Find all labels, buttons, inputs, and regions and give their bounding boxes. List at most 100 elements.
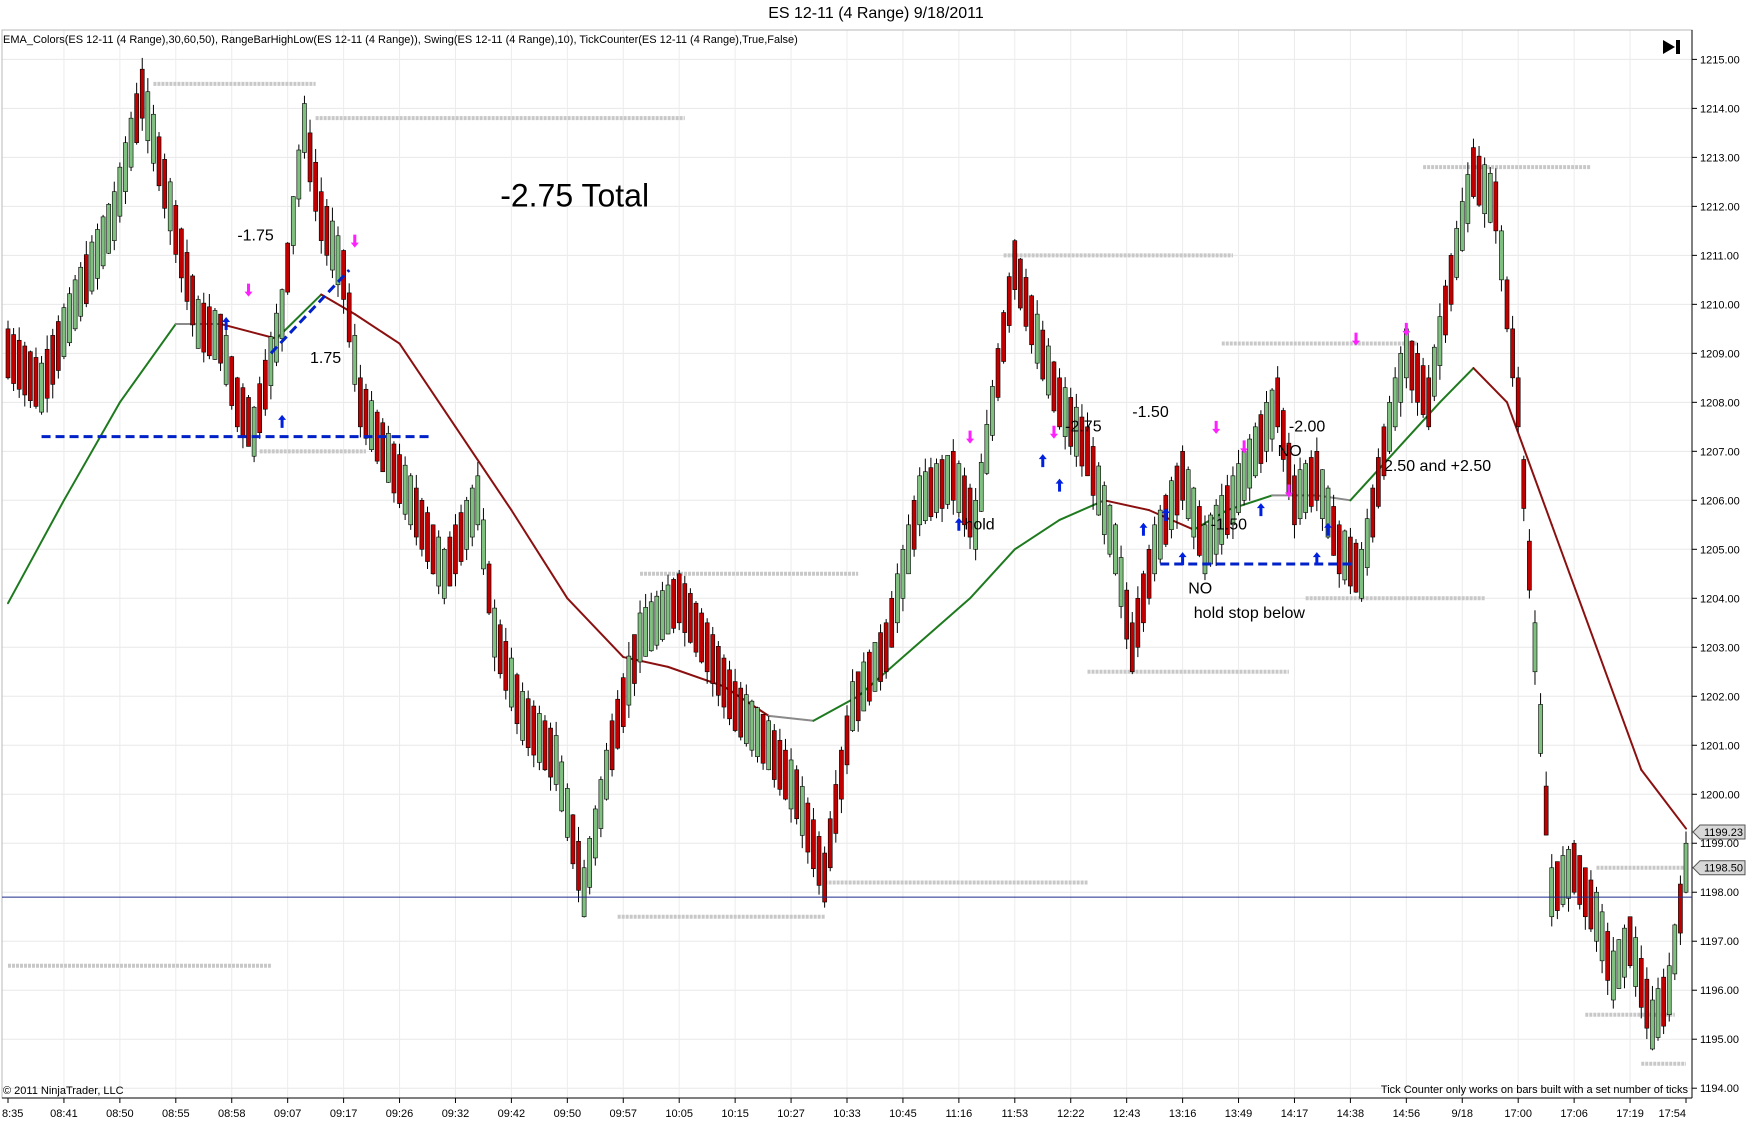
annotation-text: 2.50 and +2.50	[1384, 458, 1491, 475]
price-chart[interactable]: 1215.00 1214.00 1213.00 1212.00 1211.00 1210.…	[0, 0, 1752, 1147]
candle-up	[1683, 842, 1689, 893]
candle-down	[28, 351, 33, 401]
x-tick-label: 09:42	[498, 1108, 526, 1120]
candle-down	[257, 383, 263, 434]
y-tick-label: 1213.00	[1700, 152, 1740, 164]
ema-segment	[913, 597, 972, 649]
candle-up	[1610, 950, 1616, 1001]
candle-up	[850, 681, 855, 731]
candle-down	[1090, 446, 1096, 496]
candle-down	[1543, 785, 1549, 836]
candle-down	[11, 334, 16, 384]
candle-down	[883, 622, 889, 673]
candle-up	[492, 607, 497, 658]
candle-down	[609, 720, 615, 771]
candle-down	[1275, 377, 1281, 428]
buy-arrow-icon	[278, 414, 287, 428]
candle-up	[1482, 164, 1487, 215]
candle-down	[732, 681, 738, 731]
x-tick-label: 14:17	[1281, 1108, 1309, 1120]
candle-down	[760, 713, 766, 764]
candle-up	[872, 642, 878, 692]
candle-up	[151, 113, 156, 164]
candle-down	[1661, 976, 1666, 1027]
candle-down	[1129, 622, 1135, 673]
x-tick-label: 10:05	[665, 1108, 693, 1120]
candle-up	[100, 216, 106, 267]
candle-down	[447, 536, 453, 587]
candle-up	[1252, 426, 1258, 477]
candle-up	[626, 655, 632, 706]
candle-up	[1599, 911, 1605, 962]
ema-segment	[398, 342, 457, 428]
candle-down	[1420, 365, 1426, 415]
candle-up	[861, 661, 867, 712]
annotation-text: NO	[1278, 443, 1302, 460]
candle-up	[408, 475, 414, 526]
candle-down	[1443, 285, 1448, 336]
candle-up	[128, 117, 134, 168]
candle-up	[369, 400, 374, 450]
candle-down	[1348, 536, 1353, 587]
candle-down	[1018, 258, 1023, 309]
grid-lines	[2, 30, 1692, 1098]
candle-down	[531, 705, 537, 756]
candle-up	[335, 235, 341, 286]
candle-down	[1678, 883, 1683, 934]
x-tick-label: 09:32	[442, 1108, 470, 1120]
candle-up	[1359, 549, 1364, 599]
candle-up	[1404, 328, 1409, 379]
candle-up	[1532, 622, 1538, 673]
candle-up	[72, 279, 78, 330]
candle-down	[1057, 377, 1062, 428]
candle-up	[945, 455, 950, 505]
buy-arrow-icon	[222, 316, 231, 330]
candle-up	[89, 241, 95, 292]
candle-down	[570, 814, 576, 865]
x-tick-label: 17:54	[1658, 1108, 1686, 1120]
candle-down	[827, 818, 833, 869]
candle-down	[391, 443, 397, 494]
candle-up	[441, 549, 447, 599]
x-tick-label: 09:17	[330, 1108, 358, 1120]
y-tick-label: 1201.00	[1700, 740, 1740, 752]
candle-up	[1320, 469, 1325, 519]
time-axis: 8:35 08:41 08:50 08:55 08:58 09:07 09:17 09:26 0…	[2, 1098, 1687, 1120]
x-tick-label: 12:22	[1057, 1108, 1085, 1120]
candle-down	[458, 512, 464, 562]
candle-up	[223, 335, 229, 385]
candle-up	[1398, 353, 1404, 403]
y-tick-label: 1214.00	[1700, 103, 1740, 115]
candle-down	[318, 191, 324, 241]
candle-up	[1107, 504, 1113, 555]
x-tick-label: 13:49	[1225, 1108, 1253, 1120]
ema-segment	[219, 322, 278, 340]
candle-up	[195, 299, 201, 349]
candle-up	[788, 759, 794, 810]
candle-up	[469, 487, 475, 538]
candle-up	[744, 694, 749, 744]
x-tick-label: 10:33	[833, 1108, 861, 1120]
candle-down	[207, 306, 212, 357]
candle-up	[749, 700, 755, 751]
candle-up	[1046, 345, 1051, 396]
skip-to-end-icon[interactable]	[1660, 37, 1684, 57]
candle-up	[1487, 172, 1493, 223]
candle-down	[1471, 147, 1476, 197]
annotation-text: -2.00	[1289, 419, 1326, 436]
candle-up	[648, 601, 654, 652]
candle-up	[895, 573, 900, 624]
candle-up	[1169, 480, 1174, 531]
candle-up	[436, 536, 442, 587]
candle-up	[1622, 927, 1627, 978]
candle-up	[1549, 867, 1555, 918]
candle-up	[1431, 346, 1437, 397]
y-tick-label: 1195.00	[1700, 1034, 1739, 1046]
candle-up	[475, 475, 481, 526]
annotation-text: -1.50	[1211, 517, 1248, 534]
tick-counter-note: Tick Counter only works on bars built wi…	[1381, 1084, 1689, 1096]
candle-down	[632, 634, 637, 684]
candle-down	[184, 252, 190, 302]
candle-down	[525, 698, 531, 749]
candle-down	[671, 579, 676, 629]
